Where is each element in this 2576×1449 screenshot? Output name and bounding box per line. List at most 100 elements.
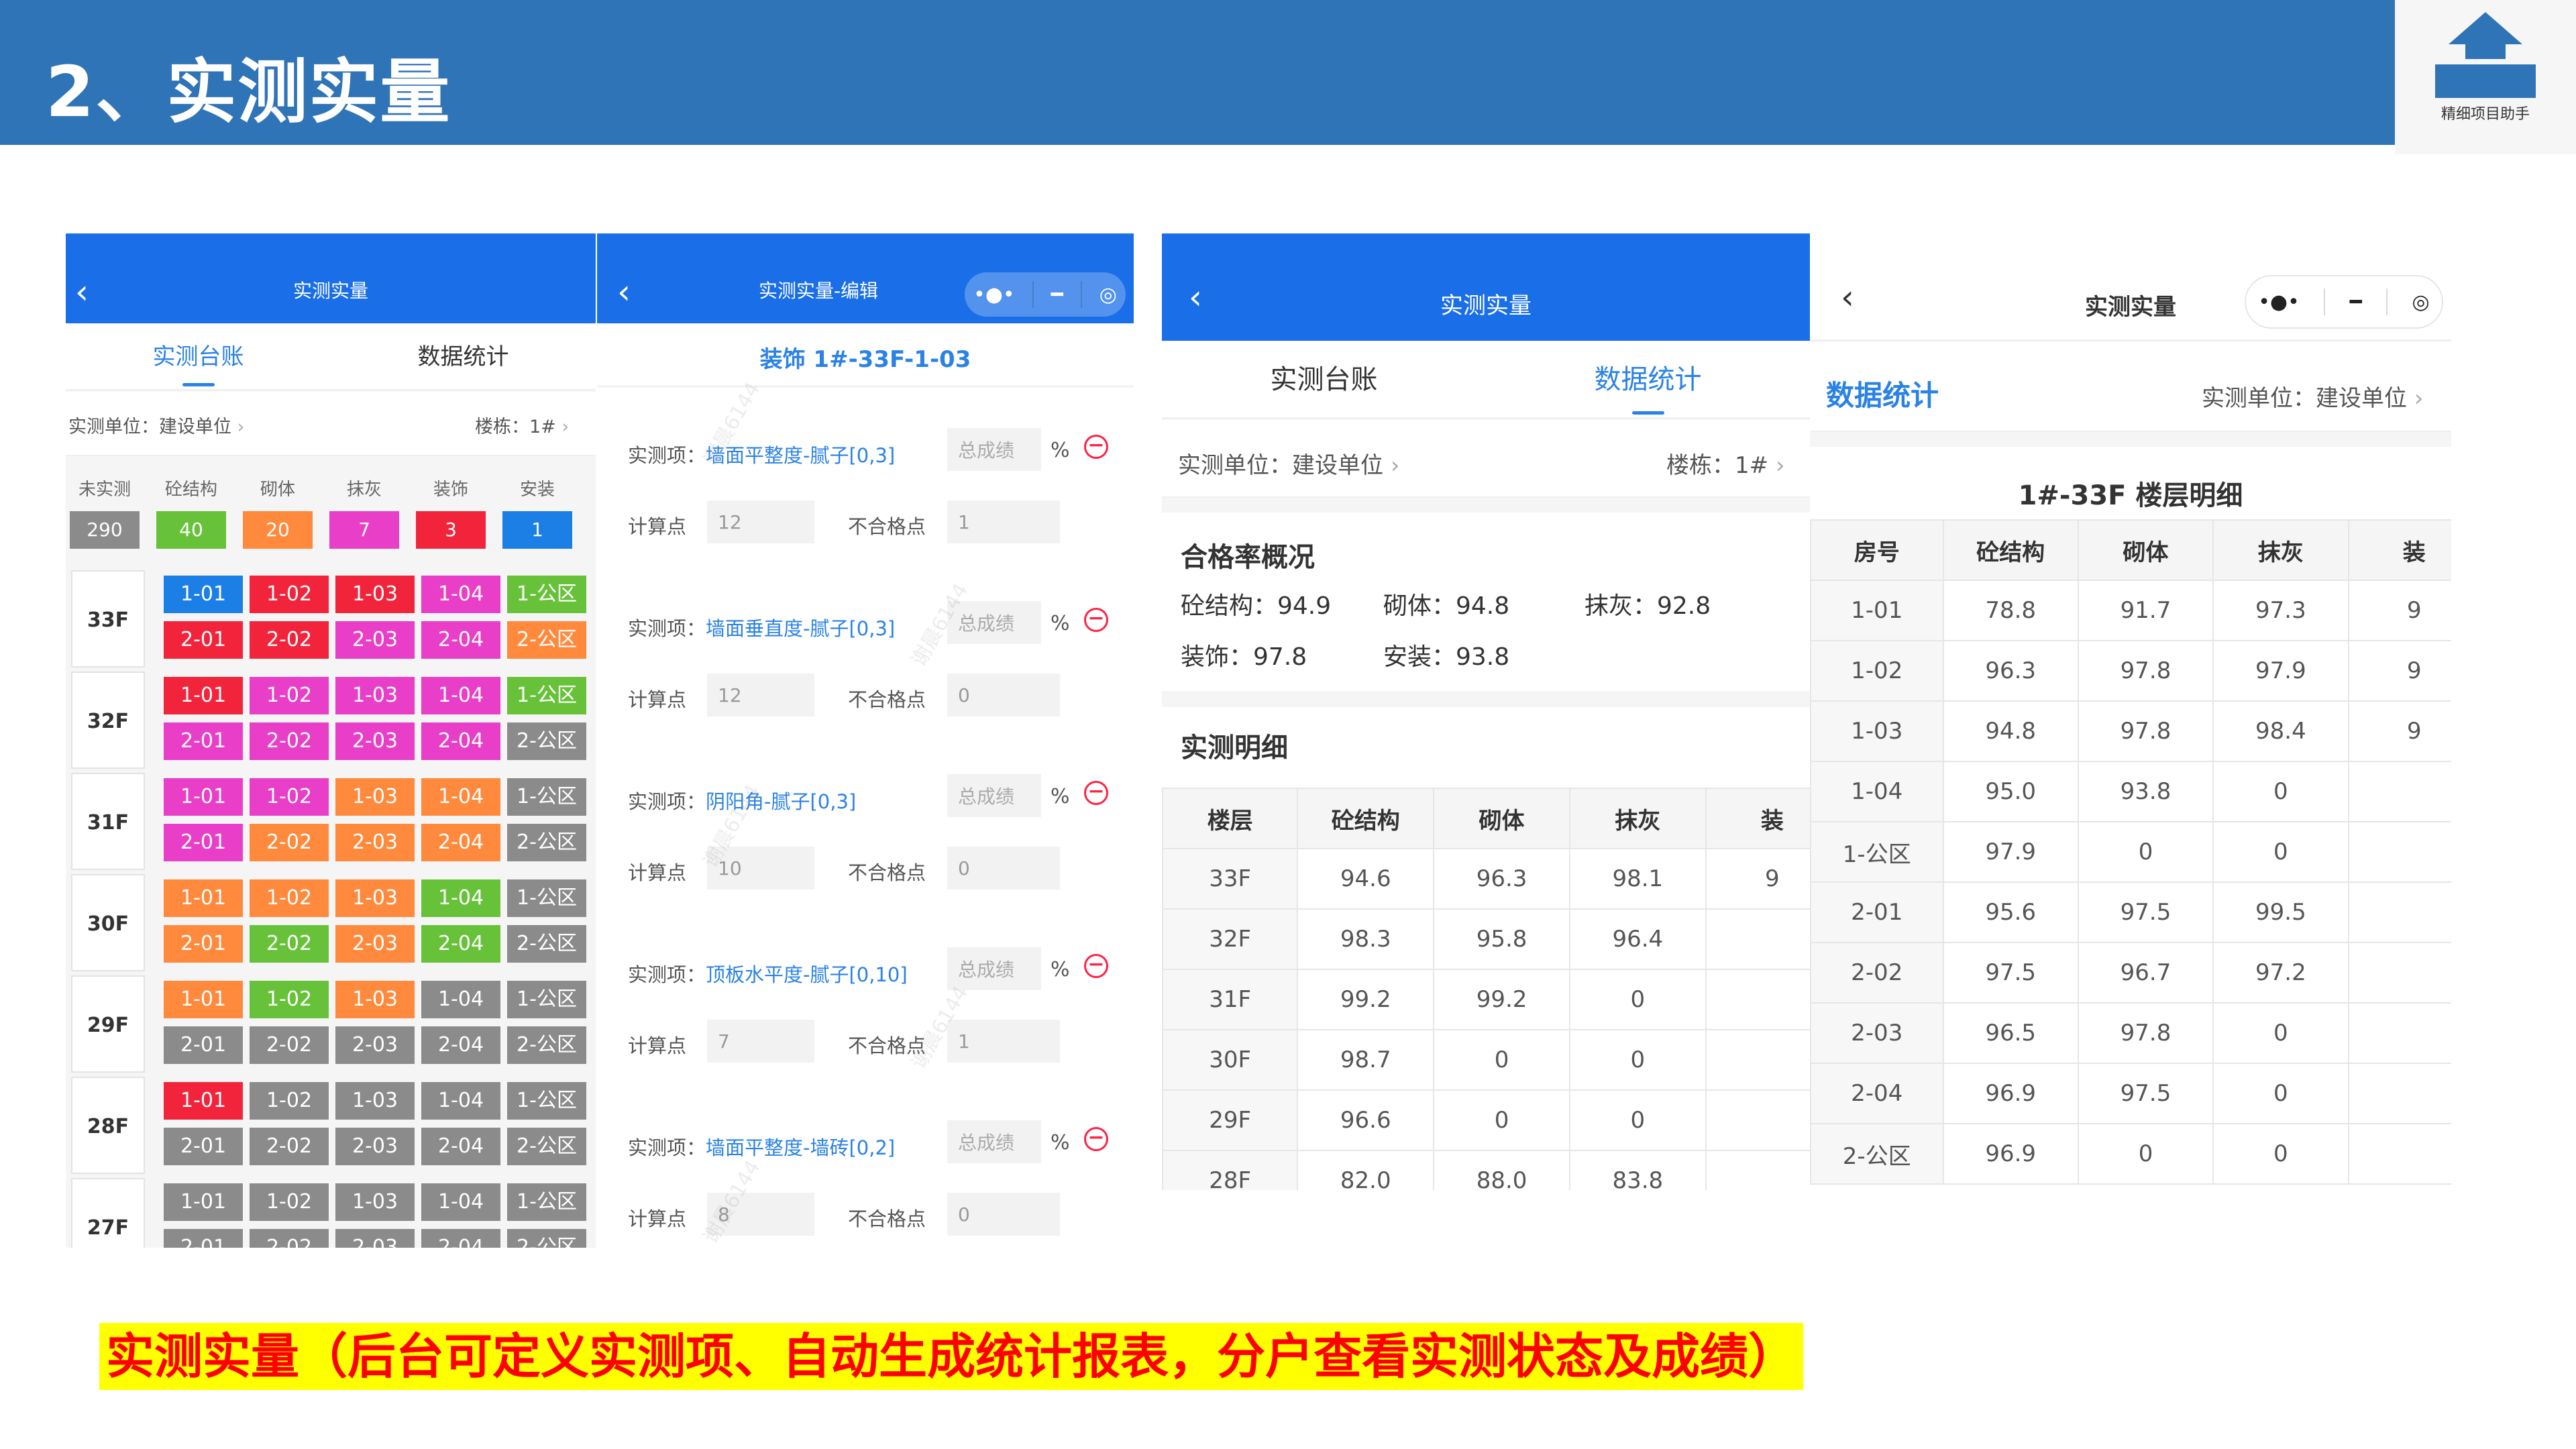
- item-name-link[interactable]: 墙面垂直度-腻子[0,3]: [706, 617, 895, 640]
- column-header[interactable]: 装: [1705, 788, 1810, 849]
- points-input[interactable]: 8: [707, 1193, 814, 1236]
- unit-cell[interactable]: 2-03: [335, 824, 415, 861]
- column-header[interactable]: 砌体: [2077, 519, 2214, 581]
- unit-cell[interactable]: 1-02: [250, 1082, 329, 1120]
- column-header[interactable]: 砼结构: [1942, 519, 2079, 581]
- unit-cell[interactable]: 2-公区: [507, 1229, 586, 1248]
- unit-cell[interactable]: 2-01: [164, 1026, 243, 1064]
- unit-cell[interactable]: 1-公区: [507, 1082, 586, 1120]
- status-count-badge[interactable]: 290: [70, 511, 140, 549]
- table-row[interactable]: 2-04 96.9 97.5 0: [1810, 1063, 2451, 1124]
- tab-statistics[interactable]: 数据统计: [1486, 341, 1810, 417]
- unit-cell[interactable]: 2-04: [421, 925, 500, 963]
- score-input[interactable]: 总成绩: [947, 947, 1041, 990]
- unit-cell[interactable]: 1-04: [421, 1082, 500, 1120]
- item-name-link[interactable]: 顶板水平度-腻子[0,10]: [706, 963, 908, 986]
- close-target-icon[interactable]: ◎: [1099, 283, 1117, 307]
- table-row[interactable]: 2-01 95.6 97.5 99.5: [1810, 881, 2451, 943]
- unit-cell[interactable]: 1-公区: [507, 677, 586, 714]
- remove-item-icon[interactable]: −: [1084, 435, 1108, 459]
- unit-cell[interactable]: 1-02: [250, 879, 329, 917]
- table-row[interactable]: 1-04 95.0 93.8 0: [1810, 761, 2451, 822]
- unit-selector[interactable]: 实测单位：建设单位 ›: [1178, 447, 1399, 480]
- fail-points-input[interactable]: 0: [947, 847, 1060, 890]
- unit-cell[interactable]: 1-01: [164, 677, 243, 714]
- unit-cell[interactable]: 2-03: [335, 722, 415, 760]
- unit-cell[interactable]: 1-02: [250, 1183, 329, 1221]
- fail-points-input[interactable]: 1: [947, 1020, 1060, 1063]
- unit-cell[interactable]: 1-04: [421, 576, 500, 613]
- table-row[interactable]: 1-公区 97.9 0 0: [1810, 821, 2451, 883]
- unit-cell[interactable]: 2-01: [164, 722, 243, 760]
- column-header[interactable]: 抹灰: [1568, 788, 1707, 849]
- more-icon[interactable]: •●•: [2258, 290, 2300, 314]
- fail-points-input[interactable]: 0: [947, 674, 1060, 716]
- unit-cell[interactable]: 1-公区: [507, 778, 586, 816]
- unit-cell[interactable]: 2-02: [250, 1229, 329, 1248]
- unit-cell[interactable]: 2-公区: [507, 722, 586, 760]
- unit-cell[interactable]: 1-03: [335, 677, 415, 714]
- score-input[interactable]: 总成绩: [947, 774, 1041, 817]
- unit-cell[interactable]: 1-01: [164, 576, 243, 613]
- close-target-icon[interactable]: ◎: [2412, 290, 2430, 314]
- unit-cell[interactable]: 2-03: [335, 1026, 415, 1064]
- remove-item-icon[interactable]: −: [1084, 1127, 1108, 1151]
- status-count-badge[interactable]: 20: [243, 511, 313, 549]
- status-count-badge[interactable]: 1: [502, 511, 572, 549]
- unit-cell[interactable]: 1-01: [164, 778, 243, 816]
- unit-cell[interactable]: 1-02: [250, 981, 329, 1018]
- unit-cell[interactable]: 2-公区: [507, 1026, 586, 1064]
- points-input[interactable]: 12: [707, 674, 814, 716]
- table-row[interactable]: 33F 94.6 96.3 98.1 9: [1162, 848, 1810, 910]
- minimize-icon[interactable]: ━: [1051, 283, 1063, 307]
- unit-selector[interactable]: 实测单位：建设单位 ›: [68, 412, 244, 438]
- status-count-badge[interactable]: 3: [416, 511, 486, 549]
- status-count-badge[interactable]: 40: [156, 511, 226, 549]
- more-icon[interactable]: •●•: [973, 283, 1015, 307]
- unit-cell[interactable]: 1-公区: [507, 981, 586, 1018]
- building-selector[interactable]: 楼栋：1# ›: [475, 412, 569, 438]
- unit-cell[interactable]: 1-03: [335, 1082, 415, 1120]
- unit-cell[interactable]: 1-03: [335, 778, 415, 816]
- unit-cell[interactable]: 2-公区: [507, 1128, 586, 1165]
- unit-cell[interactable]: 2-02: [250, 824, 329, 861]
- unit-cell[interactable]: 1-公区: [507, 576, 586, 613]
- unit-cell[interactable]: 2-01: [164, 925, 243, 963]
- unit-cell[interactable]: 2-01: [164, 621, 243, 659]
- remove-item-icon[interactable]: −: [1084, 954, 1108, 978]
- tab-statistics[interactable]: 数据统计: [331, 323, 596, 389]
- score-input[interactable]: 总成绩: [947, 428, 1041, 471]
- table-row[interactable]: 2-公区 96.9 0 0: [1810, 1123, 2451, 1185]
- unit-cell[interactable]: 1-03: [335, 1183, 415, 1221]
- unit-cell[interactable]: 2-03: [335, 1229, 415, 1248]
- item-name-link[interactable]: 墙面平整度-腻子[0,3]: [706, 444, 895, 467]
- table-row[interactable]: 2-02 97.5 96.7 97.2: [1810, 942, 2451, 1004]
- unit-cell[interactable]: 1-01: [164, 879, 243, 917]
- unit-cell[interactable]: 2-01: [164, 824, 243, 861]
- unit-cell[interactable]: 1-03: [335, 879, 415, 917]
- unit-cell[interactable]: 1-04: [421, 879, 500, 917]
- unit-cell[interactable]: 1-03: [335, 576, 415, 613]
- unit-cell[interactable]: 1-04: [421, 677, 500, 714]
- column-header[interactable]: 抹灰: [2212, 519, 2349, 581]
- unit-cell[interactable]: 2-04: [421, 621, 500, 659]
- points-input[interactable]: 7: [707, 1020, 814, 1063]
- unit-cell[interactable]: 2-04: [421, 722, 500, 760]
- unit-cell[interactable]: 2-04: [421, 1128, 500, 1165]
- points-input[interactable]: 10: [707, 847, 814, 890]
- score-input[interactable]: 总成绩: [947, 601, 1041, 644]
- unit-cell[interactable]: 2-公区: [507, 824, 586, 861]
- unit-cell[interactable]: 2-03: [335, 621, 415, 659]
- column-header[interactable]: 装: [2347, 519, 2451, 581]
- unit-cell[interactable]: 2-公区: [507, 621, 586, 659]
- unit-cell[interactable]: 2-02: [250, 925, 329, 963]
- tab-ledger[interactable]: 实测台账: [1162, 341, 1486, 417]
- unit-selector[interactable]: 实测单位：建设单位 ›: [2202, 380, 2423, 413]
- unit-cell[interactable]: 1-01: [164, 1082, 243, 1120]
- column-header[interactable]: 楼层: [1162, 788, 1299, 849]
- table-row[interactable]: 1-02 96.3 97.8 97.9 9: [1810, 640, 2451, 702]
- table-row[interactable]: 31F 99.2 99.2 0: [1162, 969, 1810, 1030]
- unit-cell[interactable]: 2-公区: [507, 925, 586, 963]
- score-input[interactable]: 总成绩: [947, 1120, 1041, 1163]
- table-row[interactable]: 1-03 94.8 97.8 98.4 9: [1810, 700, 2451, 762]
